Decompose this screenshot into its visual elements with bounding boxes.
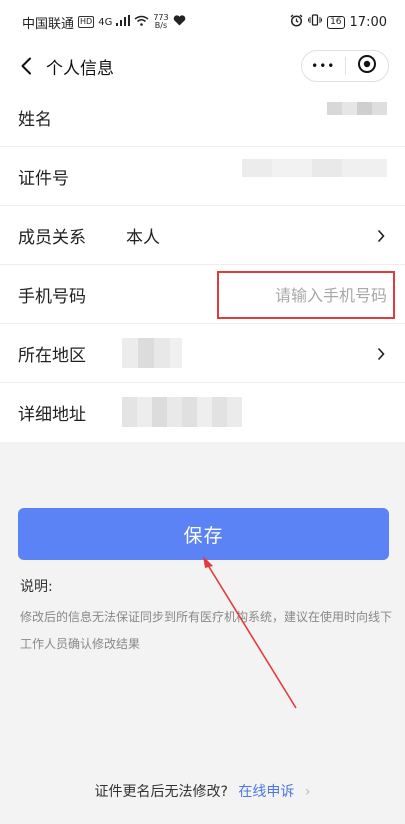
note-title: 说明:	[20, 579, 53, 595]
net-speed-unit: B/s	[154, 21, 168, 30]
footer-appeal: 证件更名后无法修改? 在线申诉 ›	[0, 781, 405, 801]
form-row-id: 证件号	[0, 147, 405, 206]
alarm-icon	[290, 13, 303, 31]
form-row-relation[interactable]: 成员关系 本人	[0, 206, 405, 265]
address-label: 详细地址	[18, 405, 86, 425]
region-label: 所在地区	[18, 345, 86, 366]
phone-input-highlight	[217, 271, 395, 319]
relation-value: 本人	[126, 227, 160, 248]
more-button[interactable]: •••	[302, 51, 345, 81]
name-label: 姓名	[18, 109, 52, 130]
name-masked-value	[327, 102, 387, 115]
chevron-right-icon	[377, 346, 389, 361]
id-label: 证件号	[18, 168, 69, 189]
clock-time: 17:00	[349, 14, 387, 30]
wifi-icon	[134, 15, 149, 30]
note-text: 修改后的信息无法保证同步到所有医疗机构系统，建议在使用时向线下工作人员确认修改结…	[20, 610, 393, 651]
phone-input[interactable]	[219, 273, 393, 317]
phone-label: 手机号码	[18, 286, 86, 307]
net-speed: 773 B/s	[153, 14, 168, 30]
footer-text: 证件更名后无法修改?	[94, 784, 228, 800]
status-bar: 中国联通 HD 4G 773 B/s 16 17:00	[0, 0, 405, 44]
region-masked-value	[122, 338, 182, 368]
form-row-address: 详细地址	[0, 383, 405, 442]
back-icon[interactable]	[16, 56, 36, 76]
personal-info-form: 姓名 证件号 成员关系 本人 手机号码 所在地区 详细地址	[0, 88, 405, 442]
chevron-right-icon	[377, 228, 389, 243]
nav-bar: 个人信息 •••	[0, 44, 405, 88]
id-masked-value	[242, 159, 387, 177]
battery-icon: 16	[327, 15, 345, 29]
page-title: 个人信息	[46, 58, 114, 79]
carrier-name: 中国联通	[22, 16, 75, 32]
relation-label: 成员关系	[18, 227, 86, 248]
form-row-phone: 手机号码	[0, 265, 405, 324]
online-appeal-link[interactable]: 在线申诉	[238, 784, 294, 800]
target-icon	[357, 54, 377, 78]
vibrate-icon	[308, 14, 323, 30]
close-button[interactable]	[346, 51, 389, 81]
network-type: 4G	[98, 16, 113, 28]
address-masked-value	[122, 397, 242, 427]
battery-level: 16	[330, 16, 342, 27]
chevron-right-icon: ›	[304, 784, 311, 800]
save-button[interactable]: 保存	[18, 508, 389, 560]
signal-icon	[116, 14, 131, 30]
more-icon: •••	[311, 59, 336, 73]
heart-icon	[173, 14, 186, 30]
form-row-region[interactable]: 所在地区	[0, 324, 405, 383]
form-row-name: 姓名	[0, 88, 405, 147]
mini-program-capsule: •••	[301, 50, 389, 82]
hd-badge: HD	[78, 16, 95, 28]
